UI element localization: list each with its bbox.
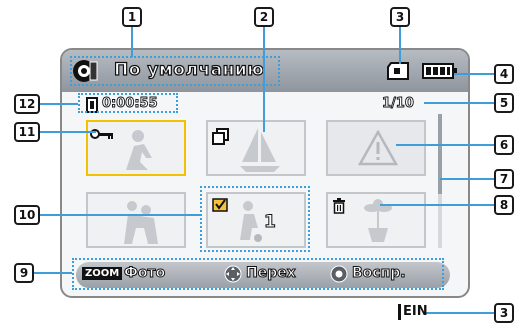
thumbnail-2[interactable] <box>206 120 306 176</box>
leader-line <box>424 312 494 314</box>
page-counter: 1/10 <box>382 96 415 112</box>
callout-12: 12 <box>14 94 40 114</box>
callout-1: 1 <box>122 7 142 27</box>
leader-line <box>34 214 200 216</box>
leader-line <box>34 103 78 105</box>
callout-4: 4 <box>494 64 514 84</box>
leader-line <box>440 178 494 180</box>
key-icon <box>90 129 113 139</box>
thumbnail-6[interactable] <box>326 192 426 248</box>
leader-line <box>424 102 494 104</box>
callout-3-bottom: 3 <box>494 303 514 323</box>
callout-11: 11 <box>14 122 40 142</box>
trash-icon <box>333 198 345 214</box>
callout-8: 8 <box>494 195 514 215</box>
leader-line <box>399 26 401 64</box>
thumbnail-4[interactable] <box>86 192 186 248</box>
copy-icon <box>212 128 229 145</box>
leader-line <box>396 144 494 146</box>
thumbnail-image <box>124 201 158 244</box>
thumbnail-3[interactable] <box>326 120 426 176</box>
highlight-time <box>78 93 178 113</box>
leader-line <box>34 272 72 274</box>
scrollbar[interactable] <box>438 114 442 248</box>
callout-5: 5 <box>494 93 514 113</box>
thumbnail-image <box>240 128 280 172</box>
leader-line <box>454 73 494 75</box>
warning-icon <box>358 130 398 166</box>
leader-line <box>380 204 494 206</box>
highlight-title <box>70 56 280 86</box>
highlight-thumbnail <box>200 186 310 252</box>
callout-2: 2 <box>254 7 274 27</box>
callout-7: 7 <box>494 169 514 189</box>
thumbnail-image <box>126 130 152 170</box>
callout-3: 3 <box>390 7 410 27</box>
battery-icon <box>422 63 457 79</box>
callout-10: 10 <box>14 205 40 225</box>
thumbnail-1[interactable] <box>86 120 186 176</box>
memory-card-icon <box>387 62 409 80</box>
callout-6: 6 <box>494 135 514 155</box>
highlight-bottom-bar <box>72 258 444 290</box>
callout-9: 9 <box>14 263 34 283</box>
leader-line <box>34 131 96 133</box>
scrollbar-thumb[interactable] <box>438 114 442 194</box>
leader-line <box>131 26 133 57</box>
internal-memory-badge: EIN <box>398 304 428 320</box>
leader-line <box>263 26 265 132</box>
